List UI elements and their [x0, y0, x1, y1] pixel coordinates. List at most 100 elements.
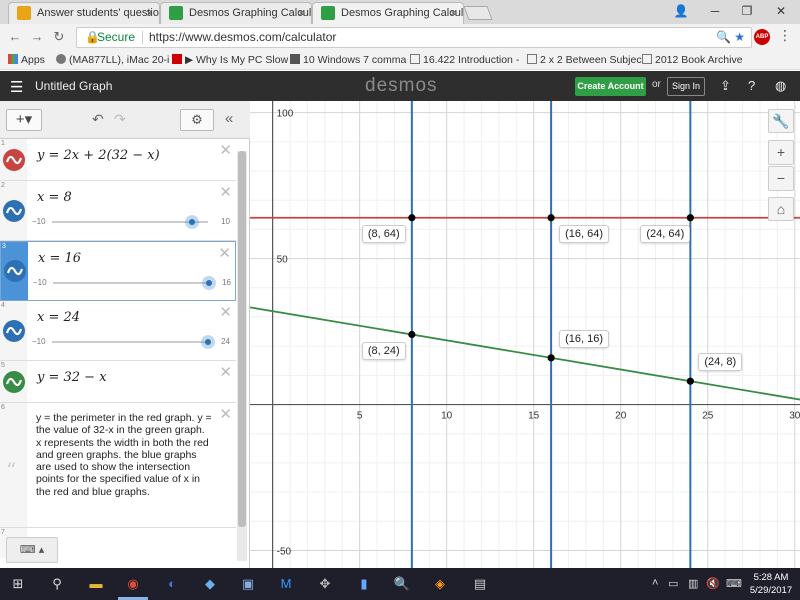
slider-thumb[interactable]: [185, 215, 200, 229]
tab-desmos-2[interactable]: Desmos Graphing Calcul ×: [312, 2, 464, 24]
app-icon[interactable]: ◆: [200, 574, 220, 594]
redo-icon[interactable]: ↷: [114, 111, 126, 128]
close-icon[interactable]: ×: [146, 3, 153, 23]
keyboard-tray-icon[interactable]: ⌨: [726, 577, 742, 590]
close-icon[interactable]: ×: [298, 3, 305, 23]
sign-in-button[interactable]: Sign In: [667, 77, 705, 96]
file-explorer-icon[interactable]: ▬: [86, 574, 106, 594]
app-icon[interactable]: ◈: [430, 574, 450, 594]
graph-color-icon[interactable]: [3, 148, 25, 171]
share-icon[interactable]: ⇪: [720, 78, 731, 94]
tab-answer-students[interactable]: Answer students' questio ×: [8, 2, 160, 24]
slider-max[interactable]: 24: [221, 337, 230, 346]
chrome-menu-icon[interactable]: ⋮: [778, 27, 792, 44]
add-item-button[interactable]: +▾: [6, 109, 42, 131]
bookmark-2x2[interactable]: 2 x 2 Between Subjec: [527, 52, 642, 68]
slider-min[interactable]: −10: [33, 278, 47, 287]
value-slider[interactable]: −10 16: [31, 276, 233, 290]
slider-thumb[interactable]: [202, 276, 216, 290]
delete-icon[interactable]: ✕: [219, 363, 232, 381]
close-window-icon[interactable]: ✕: [764, 0, 798, 22]
scrollbar-thumb[interactable]: [238, 151, 246, 527]
graph-plot[interactable]: 5 10 15 20 25 30 100 50 -50: [250, 101, 800, 568]
undo-icon[interactable]: ↶: [92, 111, 104, 128]
slider-min[interactable]: −10: [32, 337, 46, 346]
tray-app-icon[interactable]: ▭: [668, 577, 678, 590]
new-tab-button[interactable]: [463, 6, 493, 20]
expression-latex[interactable]: x = 16: [38, 251, 81, 266]
close-icon[interactable]: ×: [450, 3, 457, 23]
graph-color-icon[interactable]: [3, 370, 25, 393]
bookmark-windows-commands[interactable]: 10 Windows 7 comma: [290, 52, 406, 68]
forward-icon[interactable]: →: [28, 28, 46, 46]
search-icon[interactable]: ⚲: [47, 574, 67, 594]
volume-icon[interactable]: 🔇: [706, 577, 720, 590]
wrench-icon[interactable]: 🔧: [768, 109, 794, 133]
reload-icon[interactable]: ↻: [50, 28, 68, 46]
cmd-icon[interactable]: ▤: [470, 574, 490, 594]
bookmark-imac[interactable]: (MA877LL), iMac 20-i: [56, 52, 169, 68]
expression-latex[interactable]: x = 8: [37, 190, 72, 205]
point-label[interactable]: (24, 8): [698, 353, 743, 372]
point-label[interactable]: (24, 64): [640, 224, 691, 243]
bookmark-pc-slow[interactable]: ▶ Why Is My PC Slow: [172, 52, 288, 68]
gear-icon[interactable]: ⚙: [180, 109, 214, 131]
slider-track[interactable]: [52, 335, 215, 349]
malwarebytes-icon[interactable]: M: [276, 574, 296, 594]
delete-icon[interactable]: ✕: [219, 303, 232, 321]
graph-color-icon[interactable]: [3, 199, 25, 222]
language-icon[interactable]: ◍: [775, 78, 786, 94]
bookmark-book-archive[interactable]: 2012 Book Archive: [642, 52, 743, 68]
bookmark-16422[interactable]: 16.422 Introduction -: [410, 52, 519, 68]
point-label[interactable]: (16, 64): [559, 224, 610, 243]
adblock-icon[interactable]: ABP: [754, 29, 770, 45]
windows-start-icon[interactable]: ⊞: [8, 574, 28, 594]
scrollbar[interactable]: [237, 151, 247, 561]
slider-min[interactable]: −10: [32, 217, 46, 226]
collapse-panel-icon[interactable]: «: [225, 110, 233, 127]
keyboard-toggle-button[interactable]: ⌨ ▴: [6, 537, 58, 563]
point-label[interactable]: (8, 64): [361, 224, 406, 243]
slider-thumb[interactable]: [201, 335, 215, 349]
value-slider[interactable]: −10 10: [30, 215, 232, 229]
delete-icon[interactable]: ✕: [218, 244, 231, 262]
magnifier-icon[interactable]: 🔍: [392, 574, 412, 594]
network-icon[interactable]: ▥: [688, 577, 698, 590]
graph-canvas[interactable]: 5 10 15 20 25 30 100 50 -50 (8, 64) (16, 64) (24, …: [250, 101, 800, 568]
app-icon[interactable]: ▮: [354, 574, 374, 594]
expression-row[interactable]: 1 y = 2x + 2(32 − x) ✕: [0, 139, 236, 181]
note-text[interactable]: y = the perimeter in the red graph. y = …: [36, 412, 212, 498]
tab-desmos-1[interactable]: Desmos Graphing Calcul ×: [160, 2, 312, 24]
expression-row[interactable]: 5 y = 32 − x ✕: [0, 361, 236, 403]
expression-row[interactable]: 2 x = 8 ✕ −10 10: [0, 181, 236, 241]
home-icon[interactable]: ⌂: [768, 197, 794, 221]
point-label[interactable]: (16, 16): [559, 329, 610, 348]
help-icon[interactable]: ?: [748, 78, 755, 93]
slider-track[interactable]: [53, 276, 216, 290]
profile-icon[interactable]: 👤: [664, 0, 698, 22]
expression-latex[interactable]: y = 2x + 2(32 − x): [37, 148, 160, 163]
zoom-in-button[interactable]: +: [768, 140, 794, 165]
slider-max[interactable]: 10: [221, 217, 230, 226]
delete-icon[interactable]: ✕: [219, 183, 232, 201]
expression-latex[interactable]: y = 32 − x: [37, 370, 107, 385]
expression-row[interactable]: 4 x = 24 ✕ −10 24: [0, 301, 236, 361]
zoom-out-button[interactable]: −: [768, 166, 794, 191]
chrome-icon[interactable]: ◉: [123, 574, 143, 594]
graph-color-icon[interactable]: [3, 319, 25, 342]
note-row[interactable]: 6 “ y = the perimeter in the red graph. …: [0, 403, 236, 528]
tray-chevron-icon[interactable]: ˄: [652, 577, 658, 589]
delete-icon[interactable]: ✕: [219, 141, 232, 159]
graph-color-icon[interactable]: [4, 260, 26, 282]
app-icon[interactable]: ▣: [238, 574, 258, 594]
minimize-icon[interactable]: ─: [698, 0, 732, 22]
restore-icon[interactable]: ❐: [730, 0, 764, 22]
menu-icon[interactable]: ☰: [10, 78, 23, 96]
slider-track[interactable]: [52, 215, 208, 229]
slider-max[interactable]: 16: [222, 278, 231, 287]
expression-row[interactable]: 3 x = 16 ✕ −10 16: [0, 241, 236, 301]
clock[interactable]: 5:28 AM 5/29/2017: [744, 571, 798, 597]
bookmark-star-icon[interactable]: 🔍 ★: [716, 28, 745, 47]
value-slider[interactable]: −10 24: [30, 335, 232, 349]
create-account-button[interactable]: Create Account: [575, 77, 646, 96]
